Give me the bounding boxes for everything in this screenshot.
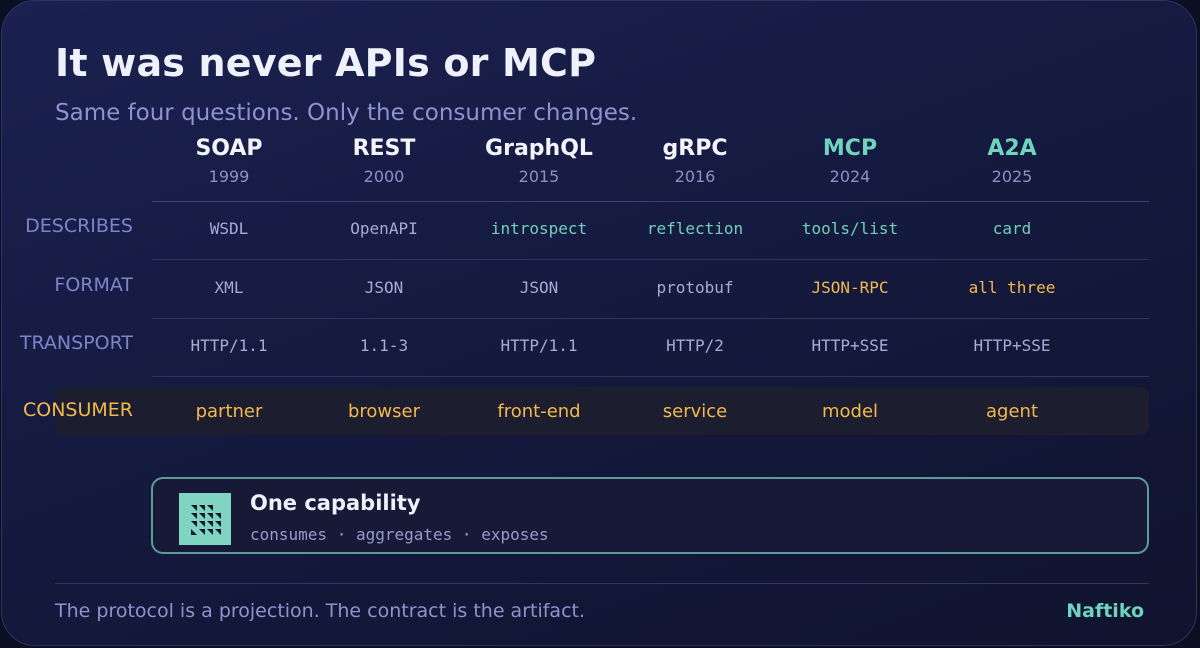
column-name: REST — [352, 136, 416, 161]
table-cell: protobuf — [656, 278, 734, 297]
row-label-consumer: CONSUMER — [22, 399, 133, 421]
column-year: 2016 — [674, 167, 716, 186]
row-label-format: FORMAT — [54, 274, 133, 296]
table-divider — [152, 376, 1149, 377]
column-year: 2000 — [363, 167, 405, 186]
footer-divider — [55, 583, 1149, 584]
table-cell: introspect — [490, 219, 588, 238]
slide-subtitle: Same four questions. Only the consumer c… — [55, 100, 638, 126]
consumer-cell: partner — [195, 401, 263, 422]
brand-name: Naftiko — [1066, 600, 1144, 622]
table-cell: HTTP/1.1 — [190, 336, 268, 355]
table-cell: JSON — [364, 278, 404, 297]
table-cell: JSON-RPC — [811, 278, 889, 297]
consumer-cell: service — [662, 401, 728, 422]
table-divider — [152, 259, 1149, 260]
consumer-cell: agent — [986, 401, 1038, 422]
column-name: gRPC — [662, 136, 728, 161]
column-name: GraphQL — [485, 136, 593, 161]
table-cell: all three — [968, 278, 1056, 297]
row-label-transport: TRANSPORT — [19, 332, 133, 354]
column-name: MCP — [822, 136, 878, 161]
table-cell: WSDL — [209, 219, 249, 238]
table-cell: 1.1-3 — [359, 336, 409, 355]
column-header-mcp: MCP 2024 — [775, 135, 925, 189]
table-cell: tools/list — [801, 219, 899, 238]
slide-title: It was never APIs or MCP — [55, 41, 597, 85]
table-cell: card — [992, 219, 1032, 238]
column-year: 2025 — [991, 167, 1033, 186]
row-label-describes: DESCRIBES — [25, 215, 133, 237]
column-year: 2015 — [518, 167, 560, 186]
column-header-rest: REST 2000 — [309, 135, 459, 189]
table-divider — [152, 201, 1149, 202]
column-header-a2a: A2A 2025 — [937, 135, 1087, 189]
column-header-grpc: gRPC 2016 — [620, 135, 770, 189]
table-cell: OpenAPI — [350, 219, 418, 238]
column-header-graphql: GraphQL 2015 — [464, 135, 614, 189]
column-name: SOAP — [195, 136, 263, 161]
column-year: 2024 — [829, 167, 871, 186]
consumer-cell: browser — [347, 401, 421, 422]
table-cell: XML — [214, 278, 244, 297]
consumer-cell: front-end — [497, 401, 581, 422]
capability-subtitle: consumes · aggregates · exposes — [250, 525, 549, 544]
footer-text: The protocol is a projection. The contra… — [55, 600, 586, 622]
column-year: 1999 — [208, 167, 250, 186]
slide-frame: It was never APIs or MCP Same four quest… — [1, 0, 1197, 646]
table-cell: HTTP/2 — [666, 336, 724, 355]
table-cell: HTTP/1.1 — [500, 336, 578, 355]
naftiko-logo-icon — [179, 493, 231, 545]
table-divider — [152, 318, 1149, 319]
table-cell: JSON — [519, 278, 559, 297]
capability-title: One capability — [250, 491, 421, 515]
column-header-soap: SOAP 1999 — [154, 135, 304, 189]
table-cell: HTTP+SSE — [973, 336, 1051, 355]
table-cell: HTTP+SSE — [811, 336, 889, 355]
consumer-cell: model — [821, 401, 879, 422]
capability-card: One capability consumes · aggregates · e… — [151, 477, 1149, 554]
table-cell: reflection — [646, 219, 744, 238]
column-name: A2A — [987, 136, 1037, 161]
